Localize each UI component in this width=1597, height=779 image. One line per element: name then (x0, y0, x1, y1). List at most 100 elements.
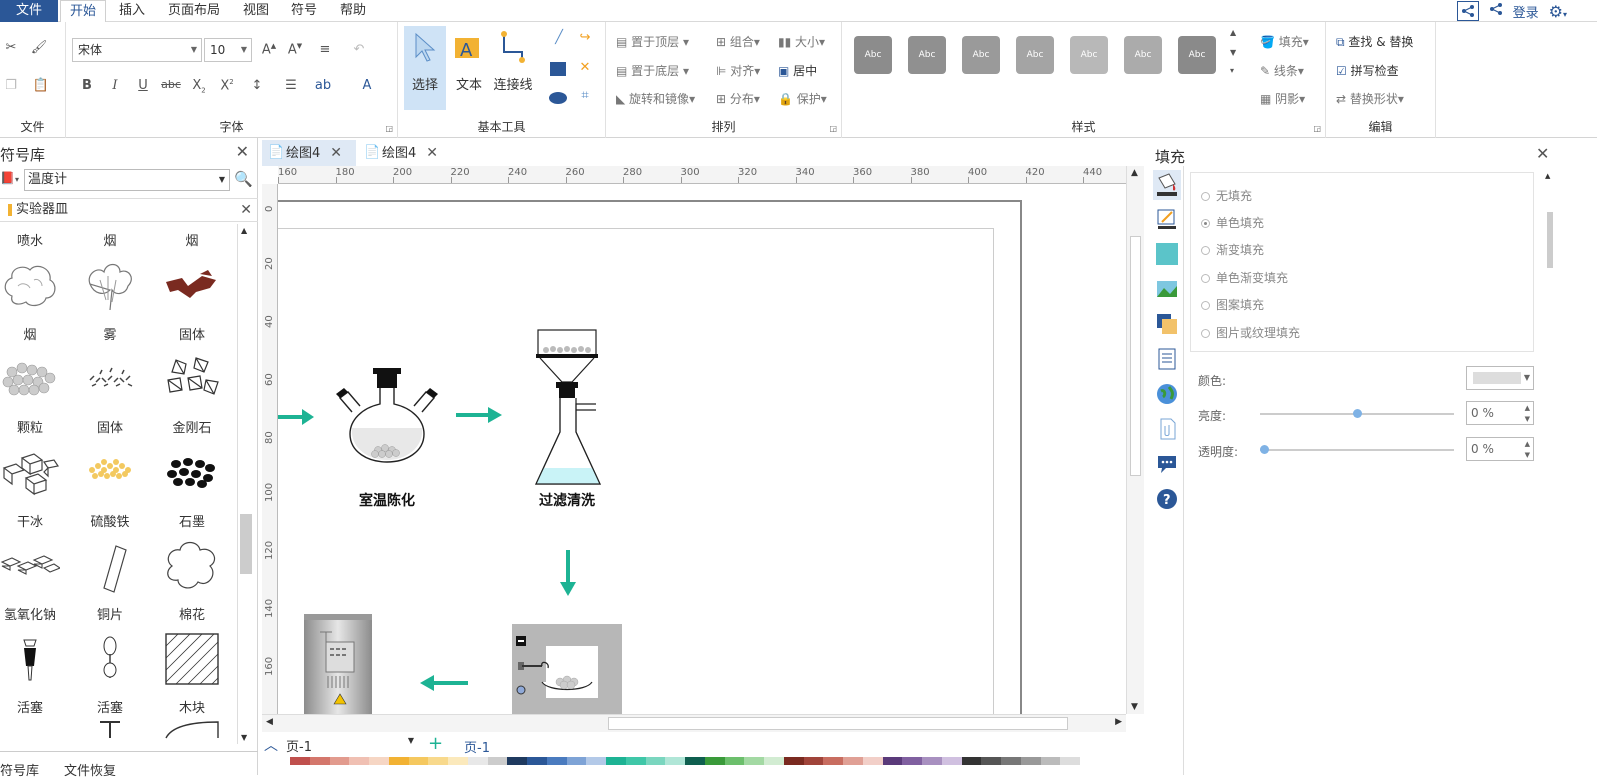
align-text-icon[interactable]: ≡ (314, 42, 336, 57)
style-swatch[interactable]: Abc (1124, 36, 1162, 74)
paste-icon[interactable]: 📋 (30, 78, 52, 93)
palette-color[interactable] (428, 757, 448, 765)
replace-shape-button[interactable]: ⇄ 替换形状▾ (1336, 90, 1404, 107)
scroll-up-icon[interactable]: ▲ (241, 226, 247, 235)
palette-color[interactable] (408, 757, 429, 765)
underline-icon[interactable]: U (132, 78, 154, 93)
scroll-left-icon[interactable]: ◀ (266, 717, 273, 727)
spin-down-icon[interactable]: ▼ (1525, 408, 1530, 430)
palette-color[interactable] (862, 757, 883, 765)
solid-powder-icon[interactable] (80, 350, 140, 406)
menu-insert[interactable]: 插入 (110, 0, 154, 22)
menu-page-layout[interactable]: 页面布局 (160, 0, 228, 22)
dry-ice-icon[interactable] (0, 444, 60, 500)
panel-scrollbar[interactable]: ▲ (1545, 172, 1554, 272)
rectangle-icon[interactable] (550, 62, 566, 76)
smoke-symbol-icon[interactable] (0, 256, 60, 312)
solid-chips-icon[interactable] (162, 256, 222, 312)
style-swatch[interactable]: Abc (1178, 36, 1216, 74)
size-button[interactable]: ▮▮ 大小▾ (778, 33, 825, 50)
select-tool-button[interactable]: 选择 (404, 26, 446, 110)
palette-color[interactable] (1040, 757, 1061, 765)
close-icon[interactable]: ✕ (330, 145, 342, 161)
style-swatch[interactable]: Abc (1016, 36, 1054, 74)
scrollbar-thumb[interactable] (1547, 212, 1553, 268)
stopcock-icon[interactable] (0, 632, 60, 688)
brush-icon[interactable]: 🖌 (28, 40, 50, 55)
palette-color[interactable] (882, 757, 903, 765)
font-color-icon[interactable]: A (356, 78, 378, 93)
radio-single-gradient-fill[interactable]: 单色渐变填充 (1201, 269, 1288, 286)
layers-icon[interactable] (1156, 313, 1178, 335)
flow-arrow-left[interactable] (418, 672, 470, 694)
palette-color[interactable] (823, 757, 843, 765)
canvas-vertical-scrollbar[interactable]: ▲ ▼ (1126, 166, 1144, 714)
distribute-button[interactable]: ⊞ 分布▾ (716, 90, 760, 107)
protect-button[interactable]: 🔒 保护▾ (778, 90, 827, 107)
page-tab[interactable]: 页-1 (464, 737, 490, 756)
italic-icon[interactable]: I (104, 78, 126, 93)
diamond-crystals-icon[interactable] (162, 350, 222, 406)
center-button[interactable]: ▣ 居中 (778, 62, 817, 79)
library-search-input[interactable]: 温度计 ▼ (24, 169, 230, 191)
add-page-icon[interactable]: + (428, 733, 443, 754)
format-painter-icon[interactable]: ✂ (0, 40, 22, 55)
scroll-up-icon[interactable]: ▲ (1230, 28, 1236, 37)
sodium-hydroxide-icon[interactable] (0, 538, 60, 594)
chevron-up-icon[interactable]: ︿ (264, 735, 278, 755)
flow-arrow-right[interactable] (278, 406, 318, 428)
highlight-icon[interactable]: ab (312, 78, 334, 93)
ellipse-icon[interactable] (549, 92, 567, 104)
share-icon[interactable] (1489, 2, 1503, 20)
radio-solid-fill[interactable]: 单色填充 (1201, 214, 1264, 231)
menu-file[interactable]: 文件 (0, 0, 58, 22)
style-swatch[interactable]: Abc (854, 36, 892, 74)
palette-color[interactable] (704, 757, 725, 765)
send-to-back-button[interactable]: ▤ 置于底层 ▾ (616, 62, 689, 79)
palette-color[interactable] (467, 757, 488, 765)
comment-icon[interactable] (1156, 453, 1178, 475)
page-properties-icon[interactable] (1156, 348, 1178, 370)
palette-color[interactable] (902, 757, 922, 765)
copy-icon[interactable]: ❐ (0, 78, 22, 93)
rotate-mirror-button[interactable]: ◣ 旋转和镜像▾ (616, 90, 695, 107)
group-button[interactable]: ⊞ 组合▾ (716, 33, 760, 50)
palette-color[interactable] (941, 757, 962, 765)
text-direction-icon[interactable]: ↶ (348, 42, 370, 57)
scrollbar-thumb[interactable] (608, 717, 1068, 730)
palette-color[interactable] (507, 757, 527, 765)
canvas-horizontal-scrollbar[interactable]: ◀ ▶ (262, 714, 1126, 732)
menu-symbol[interactable]: 符号 (282, 0, 326, 22)
radio-picture-fill[interactable]: 图片或纹理填充 (1201, 324, 1300, 341)
shadow-format-icon[interactable] (1156, 243, 1178, 265)
fog-symbol-icon[interactable] (80, 256, 140, 312)
palette-color[interactable] (606, 757, 626, 765)
document-tab[interactable]: 📄 绘图4 ✕ (262, 140, 356, 166)
page-select[interactable]: 页-1 ▼ (286, 736, 414, 755)
three-neck-flask-icon[interactable] (332, 364, 442, 464)
slider-knob[interactable] (1260, 445, 1269, 454)
palette-color[interactable] (566, 757, 587, 765)
image-icon[interactable] (1156, 278, 1178, 300)
color-palette[interactable] (290, 757, 1080, 765)
line-format-icon[interactable] (1156, 208, 1178, 230)
bullet-list-icon[interactable]: ☰ (280, 78, 302, 93)
palette-color[interactable] (1020, 757, 1041, 765)
palette-color[interactable] (546, 757, 567, 765)
flow-arrow-right[interactable] (454, 404, 506, 426)
search-icon[interactable]: 🔍 (234, 170, 253, 188)
palette-color[interactable] (369, 757, 389, 765)
library-scrollbar[interactable]: ▲ ▼ (237, 224, 253, 744)
palette-color[interactable] (388, 757, 409, 765)
scrollbar-thumb[interactable] (240, 514, 252, 574)
palette-color[interactable] (981, 757, 1001, 765)
palette-color[interactable] (744, 757, 764, 765)
partial-symbol-icon[interactable] (80, 718, 140, 744)
palette-color[interactable] (349, 757, 369, 765)
brightness-slider[interactable] (1260, 409, 1454, 418)
step-label-aging[interactable]: 室温陈化 (342, 490, 432, 510)
palette-color[interactable] (724, 757, 745, 765)
share-network-icon[interactable] (1456, 1, 1479, 21)
align-button[interactable]: ⊫ 对齐▾ (716, 62, 760, 79)
palette-color[interactable] (625, 757, 646, 765)
